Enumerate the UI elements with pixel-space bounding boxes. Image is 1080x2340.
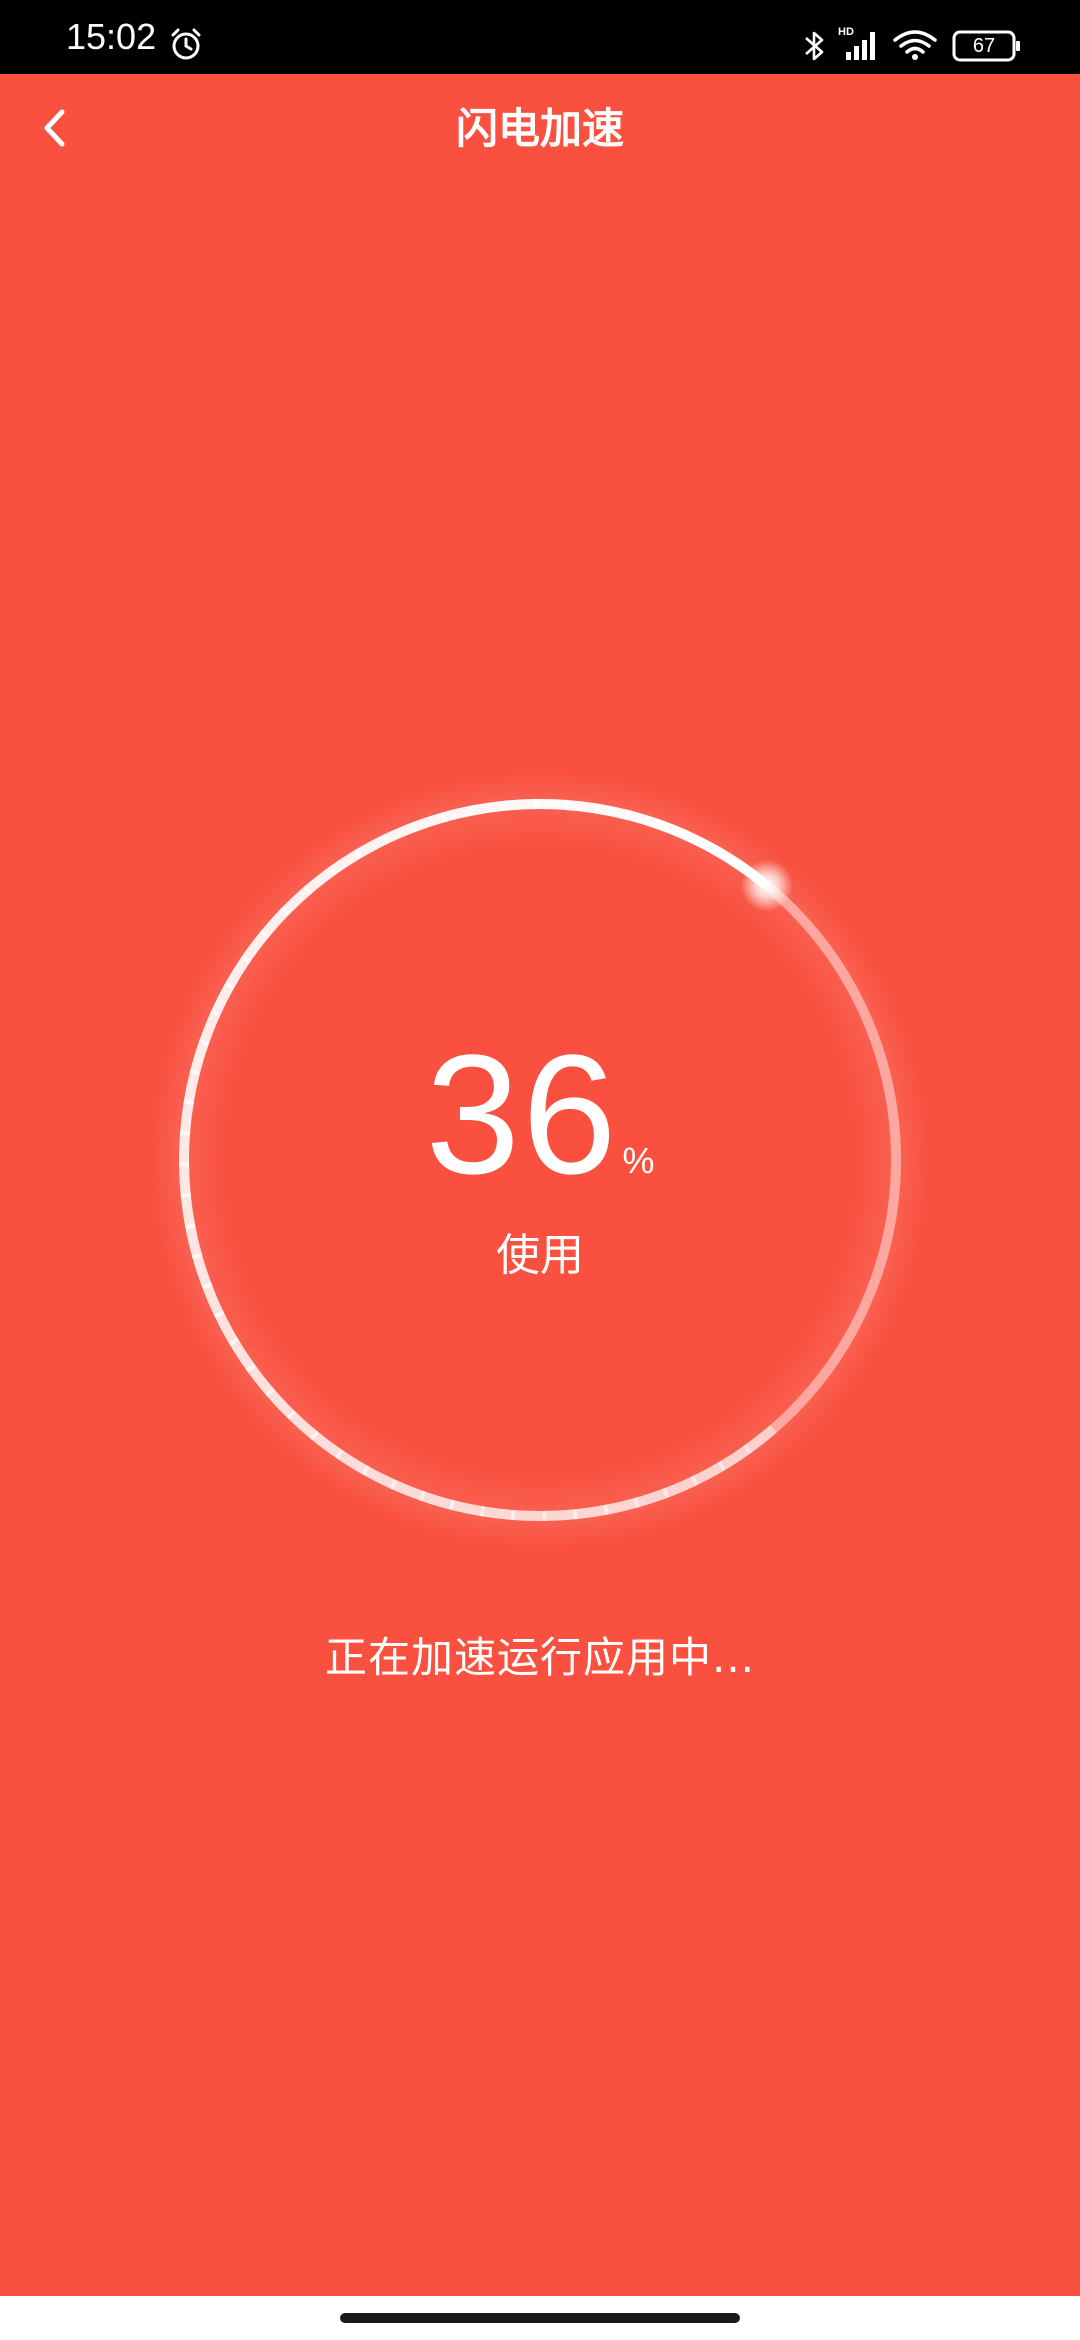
usage-percent-unit: % (622, 1140, 655, 1181)
progress-arc-segment (564, 799, 601, 814)
accelerate-status-message: 正在加速运行应用中... (324, 1633, 756, 1682)
status-time: 15:02 (66, 16, 157, 57)
battery-level: 67 (972, 35, 996, 57)
progress-arc-segment (533, 799, 569, 811)
progress-arc-segment (471, 800, 507, 816)
navigation-bar (0, 2296, 1080, 2340)
usage-label: 使用 (496, 1230, 584, 1281)
page-title: 闪电加速 (455, 104, 624, 153)
progress-arc-segment (542, 1509, 578, 1521)
status-bar: 15:02 HD 67 (0, 0, 1080, 74)
progress-arc-segment (502, 799, 538, 811)
progress-arc-segment (479, 1506, 516, 1521)
usage-percent-value: 36 (425, 1020, 619, 1210)
battery-icon: 67 (952, 30, 1022, 64)
wifi-icon (892, 28, 938, 66)
progress-head-glow (740, 859, 793, 912)
accelerate-screen: 15:02 HD 67 闪电加速 36 % 使用 正在加速运行应用中... (0, 0, 1080, 2340)
bluetooth-icon (802, 28, 826, 68)
svg-text:HD: HD (838, 26, 854, 38)
hd-signal-icon: HD (836, 24, 880, 68)
header-bar: 闪电加速 (0, 74, 1080, 196)
progress-arc-segment (511, 1509, 547, 1521)
alarm-icon (168, 26, 204, 66)
home-indicator[interactable] (340, 2313, 740, 2323)
progress-arc-segment (573, 1504, 609, 1520)
usage-percent: 36% (150, 1025, 930, 1205)
usage-progress-ring: 36% 使用 (150, 770, 930, 1550)
